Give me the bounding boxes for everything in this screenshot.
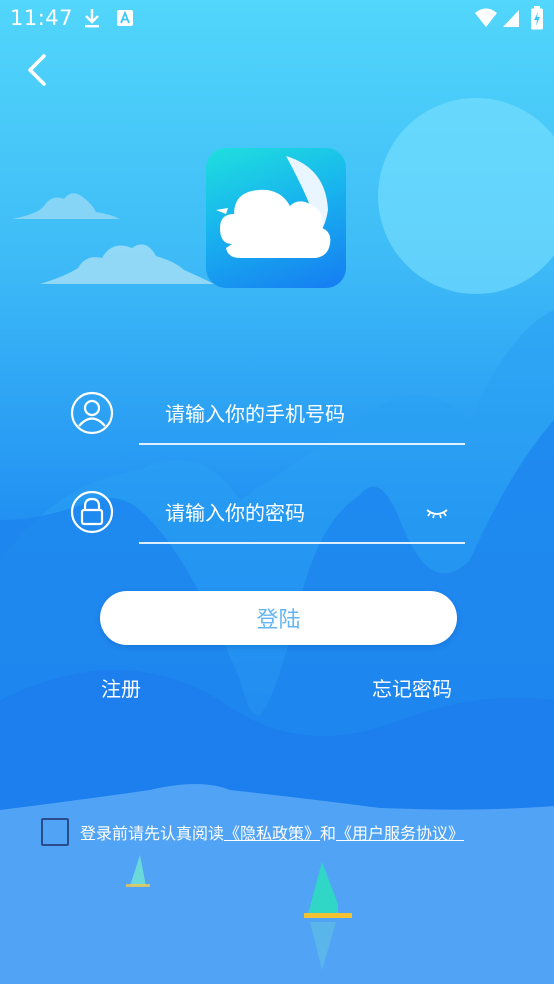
password-field xyxy=(70,490,465,550)
password-input[interactable] xyxy=(165,496,415,530)
lock-icon xyxy=(70,490,114,534)
battery-icon xyxy=(531,6,543,30)
phone-input[interactable] xyxy=(165,397,415,431)
phone-underline xyxy=(139,443,465,445)
eye-closed-icon[interactable] xyxy=(425,504,449,522)
terms-of-service-link[interactable]: 《用户服务协议》 xyxy=(336,824,464,843)
font-icon xyxy=(117,10,133,26)
status-time: 11:47 xyxy=(10,6,74,30)
phone-field xyxy=(70,391,465,451)
download-icon xyxy=(85,9,99,28)
cloud-left-1 xyxy=(12,193,120,219)
sun-circle xyxy=(378,98,554,294)
wifi-icon xyxy=(475,8,497,27)
sailboat-large-hull xyxy=(304,913,352,918)
agreement-text: 登录前请先认真阅读《隐私政策》和《用户服务协议》 xyxy=(80,820,464,844)
status-bar: 11:47 xyxy=(0,0,554,36)
privacy-policy-link[interactable]: 《隐私政策》 xyxy=(224,824,320,843)
cloud-moon-icon xyxy=(216,156,331,258)
register-link[interactable]: 注册 xyxy=(101,673,141,702)
user-icon xyxy=(70,391,114,435)
forgot-password-link[interactable]: 忘记密码 xyxy=(372,673,452,702)
chevron-left-icon xyxy=(28,54,46,86)
cloud-left-2 xyxy=(40,244,214,284)
sailboat-small-hull xyxy=(126,884,150,887)
agreement-row: 登录前请先认真阅读《隐私政策》和《用户服务协议》 xyxy=(41,817,531,846)
agreement-connector: 和 xyxy=(320,824,337,843)
agreement-prefix: 登录前请先认真阅读 xyxy=(80,824,225,843)
water xyxy=(0,784,554,984)
agreement-checkbox[interactable] xyxy=(41,818,69,846)
app-logo xyxy=(206,148,346,288)
password-underline xyxy=(139,542,465,544)
login-button[interactable]: 登陆 xyxy=(100,591,457,645)
back-button[interactable] xyxy=(18,50,58,90)
signal-icon xyxy=(503,10,519,27)
